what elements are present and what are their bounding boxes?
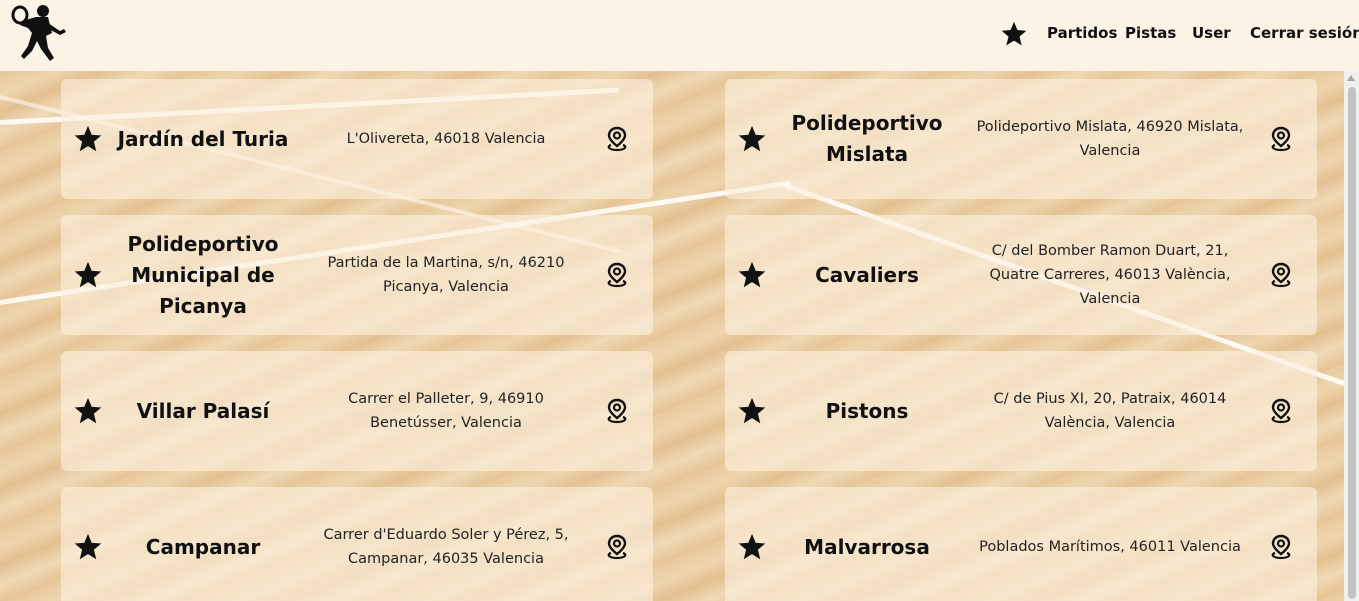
court-address: L'Olivereta, 46018 Valencia bbox=[346, 131, 546, 147]
nav-link-user[interactable]: User bbox=[1192, 24, 1231, 42]
court-name: Villar Palasí bbox=[136, 398, 270, 423]
favorites-star-icon[interactable] bbox=[1000, 20, 1028, 48]
court-card[interactable]: Malvarrosa Poblados Marítimos, 46011 Val… bbox=[725, 487, 1317, 601]
star-icon[interactable] bbox=[73, 260, 103, 290]
top-navbar: Partidos Pistas User Cerrar sesión bbox=[0, 0, 1359, 71]
star-icon[interactable] bbox=[73, 124, 103, 154]
court-name: Polideportivo Mislata bbox=[791, 111, 943, 166]
map-pin-icon[interactable] bbox=[606, 262, 628, 288]
star-icon[interactable] bbox=[737, 532, 767, 562]
court-address: Carrer el Palleter, 9, 46910 Benetússer,… bbox=[348, 391, 544, 431]
court-address: C/ del Bomber Ramon Duart, 21, Quatre Ca… bbox=[989, 243, 1231, 307]
scroll-up-arrow-icon[interactable] bbox=[1347, 75, 1355, 81]
court-name: Pistons bbox=[825, 398, 909, 423]
court-card[interactable]: Pistons C/ de Pius XI, 20, Patraix, 4601… bbox=[725, 351, 1317, 471]
star-icon[interactable] bbox=[73, 396, 103, 426]
court-address: Partida de la Martina, s/n, 46210 Picany… bbox=[327, 255, 565, 295]
map-pin-icon[interactable] bbox=[606, 398, 628, 424]
vertical-scrollbar[interactable] bbox=[1344, 71, 1359, 601]
court-name: Jardín del Turia bbox=[117, 126, 289, 151]
star-icon[interactable] bbox=[737, 124, 767, 154]
map-pin-icon[interactable] bbox=[1270, 262, 1292, 288]
nav-link-pistas[interactable]: Pistas bbox=[1125, 24, 1176, 42]
nav-link-logout[interactable]: Cerrar sesión bbox=[1250, 24, 1359, 42]
scrollbar-thumb[interactable] bbox=[1348, 87, 1356, 599]
court-card[interactable]: Campanar Carrer d'Eduardo Soler y Pérez,… bbox=[61, 487, 653, 601]
court-card[interactable]: Polideportivo Mislata Polideportivo Misl… bbox=[725, 79, 1317, 199]
court-card[interactable]: Villar Palasí Carrer el Palleter, 9, 469… bbox=[61, 351, 653, 471]
court-address: C/ de Pius XI, 20, Patraix, 46014 Valènc… bbox=[993, 391, 1227, 431]
court-card[interactable]: Cavaliers C/ del Bomber Ramon Duart, 21,… bbox=[725, 215, 1317, 335]
map-pin-icon[interactable] bbox=[1270, 126, 1292, 152]
map-pin-icon[interactable] bbox=[1270, 398, 1292, 424]
court-address: Carrer d'Eduardo Soler y Pérez, 5, Campa… bbox=[323, 527, 569, 567]
tennis-player-logo-icon[interactable] bbox=[10, 3, 72, 65]
court-name: Campanar bbox=[145, 534, 261, 559]
court-card[interactable]: Polideportivo Municipal de Picanya Parti… bbox=[61, 215, 653, 335]
map-pin-icon[interactable] bbox=[606, 534, 628, 560]
map-pin-icon[interactable] bbox=[1270, 534, 1292, 560]
nav-link-partidos[interactable]: Partidos bbox=[1047, 24, 1117, 42]
court-card[interactable]: Jardín del Turia L'Olivereta, 46018 Vale… bbox=[61, 79, 653, 199]
court-name: Polideportivo Municipal de Picanya bbox=[127, 231, 279, 318]
court-name: Cavaliers bbox=[815, 262, 919, 287]
court-address: Poblados Marítimos, 46011 Valencia bbox=[979, 539, 1241, 555]
star-icon[interactable] bbox=[73, 532, 103, 562]
star-icon[interactable] bbox=[737, 396, 767, 426]
star-icon[interactable] bbox=[737, 260, 767, 290]
court-name: Malvarrosa bbox=[804, 534, 930, 559]
court-address: Polideportivo Mislata, 46920 Mislata, Va… bbox=[976, 119, 1244, 159]
map-pin-icon[interactable] bbox=[606, 126, 628, 152]
page-background: Partidos Pistas User Cerrar sesión Jardí… bbox=[0, 0, 1359, 601]
